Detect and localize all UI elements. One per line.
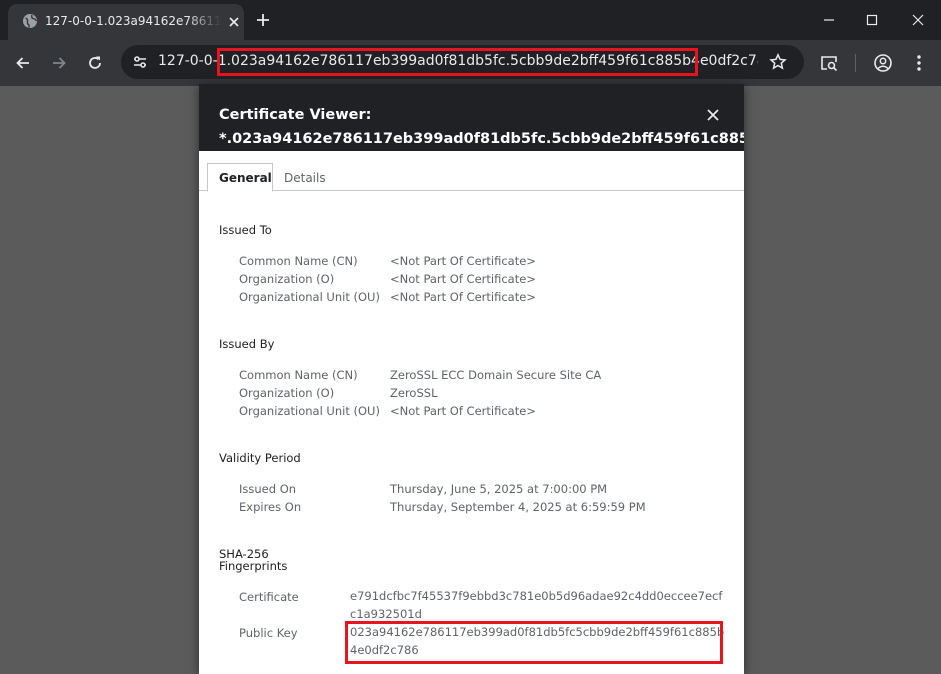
- issued-to-o-label: Organization (O): [239, 272, 335, 286]
- site-info-button[interactable]: [129, 51, 151, 73]
- address-bar[interactable]: 127-0-0-1.023a94162e786117eb399ad0f81db5…: [121, 45, 804, 79]
- expires-on-value: Thursday, September 4, 2025 at 6:59:59 P…: [390, 500, 646, 514]
- back-arrow-icon: [16, 57, 29, 69]
- issued-to-ou-label: Organizational Unit (OU): [239, 290, 380, 304]
- minimize-button[interactable]: [806, 0, 852, 40]
- certificate-viewer-dialog: Certificate Viewer: *.023a94162e786117eb…: [199, 84, 744, 674]
- tab-general[interactable]: General: [207, 163, 273, 192]
- bookmark-button[interactable]: [767, 51, 789, 73]
- issued-by-o-value: ZeroSSL: [390, 386, 438, 400]
- certificate-fingerprint-label: Certificate: [239, 590, 299, 604]
- back-button[interactable]: [11, 51, 35, 75]
- tab-details[interactable]: Details: [284, 171, 326, 185]
- minimize-icon: [824, 19, 834, 21]
- issued-to-o-value: <Not Part Of Certificate>: [390, 272, 536, 286]
- reload-button[interactable]: [83, 51, 107, 75]
- toolbar-separator: [855, 54, 856, 72]
- issued-to-cn-value: <Not Part Of Certificate>: [390, 254, 536, 268]
- issued-to-cn-label: Common Name (CN): [239, 254, 358, 268]
- expires-on-label: Expires On: [239, 500, 302, 514]
- tab-title: 127-0-0-1.023a94162e786117eb399ad0f81db5…: [45, 14, 221, 28]
- dialog-tabs: General Details: [199, 151, 744, 192]
- public-key-fingerprint-label: Public Key: [239, 626, 298, 640]
- reload-icon: [89, 56, 101, 69]
- forward-arrow-icon: [53, 57, 66, 69]
- fingerprints-heading-line2: Fingerprints: [219, 559, 288, 573]
- tab-close-icon[interactable]: [227, 15, 241, 29]
- profile-icon: [874, 54, 892, 72]
- search-tabs-icon: [821, 56, 838, 72]
- window-close-button[interactable]: [895, 0, 941, 40]
- browser-tab[interactable]: 127-0-0-1.023a94162e786117eb399ad0f81db5…: [8, 4, 244, 40]
- url-highlight-box: [217, 48, 698, 76]
- close-icon[interactable]: [705, 107, 721, 123]
- dialog-subtitle: *.023a94162e786117eb399ad0f81db5fc.5cbb9…: [219, 131, 744, 147]
- dialog-header: Certificate Viewer: *.023a94162e786117eb…: [199, 84, 744, 151]
- issued-on-value: Thursday, June 5, 2025 at 7:00:00 PM: [390, 482, 608, 496]
- tab-strip: 127-0-0-1.023a94162e786117eb399ad0f81db5…: [0, 0, 941, 40]
- issued-by-o-label: Organization (O): [239, 386, 335, 400]
- certificate-fingerprint-value: e791dcfbc7f45537f9ebbd3c781e0b5d96adae92…: [350, 589, 723, 621]
- new-tab-icon[interactable]: [254, 11, 272, 29]
- profile-button[interactable]: [871, 51, 895, 75]
- issued-by-cn-value: ZeroSSL ECC Domain Secure Site CA: [390, 368, 602, 382]
- issued-by-ou-value: <Not Part Of Certificate>: [390, 404, 536, 418]
- issued-by-heading: Issued By: [219, 337, 275, 351]
- issued-to-heading: Issued To: [219, 223, 272, 237]
- search-tabs-button[interactable]: [817, 51, 841, 75]
- kebab-menu-icon: [917, 55, 921, 71]
- issued-on-label: Issued On: [239, 482, 297, 496]
- maximize-button[interactable]: [849, 0, 895, 40]
- star-icon: [769, 53, 787, 70]
- maximize-icon: [866, 14, 878, 26]
- dialog-title: Certificate Viewer:: [219, 107, 372, 123]
- issued-to-ou-value: <Not Part Of Certificate>: [390, 290, 536, 304]
- window-close-icon: [912, 14, 924, 26]
- tune-icon: [134, 56, 146, 68]
- globe-icon: [23, 14, 38, 28]
- toolbar: 127-0-0-1.023a94162e786117eb399ad0f81db5…: [0, 40, 941, 86]
- issued-by-cn-label: Common Name (CN): [239, 368, 358, 382]
- forward-button[interactable]: [47, 51, 71, 75]
- issued-by-ou-label: Organizational Unit (OU): [239, 404, 380, 418]
- public-key-highlight-box: [345, 621, 723, 664]
- menu-button[interactable]: [907, 51, 931, 75]
- validity-heading: Validity Period: [219, 451, 301, 465]
